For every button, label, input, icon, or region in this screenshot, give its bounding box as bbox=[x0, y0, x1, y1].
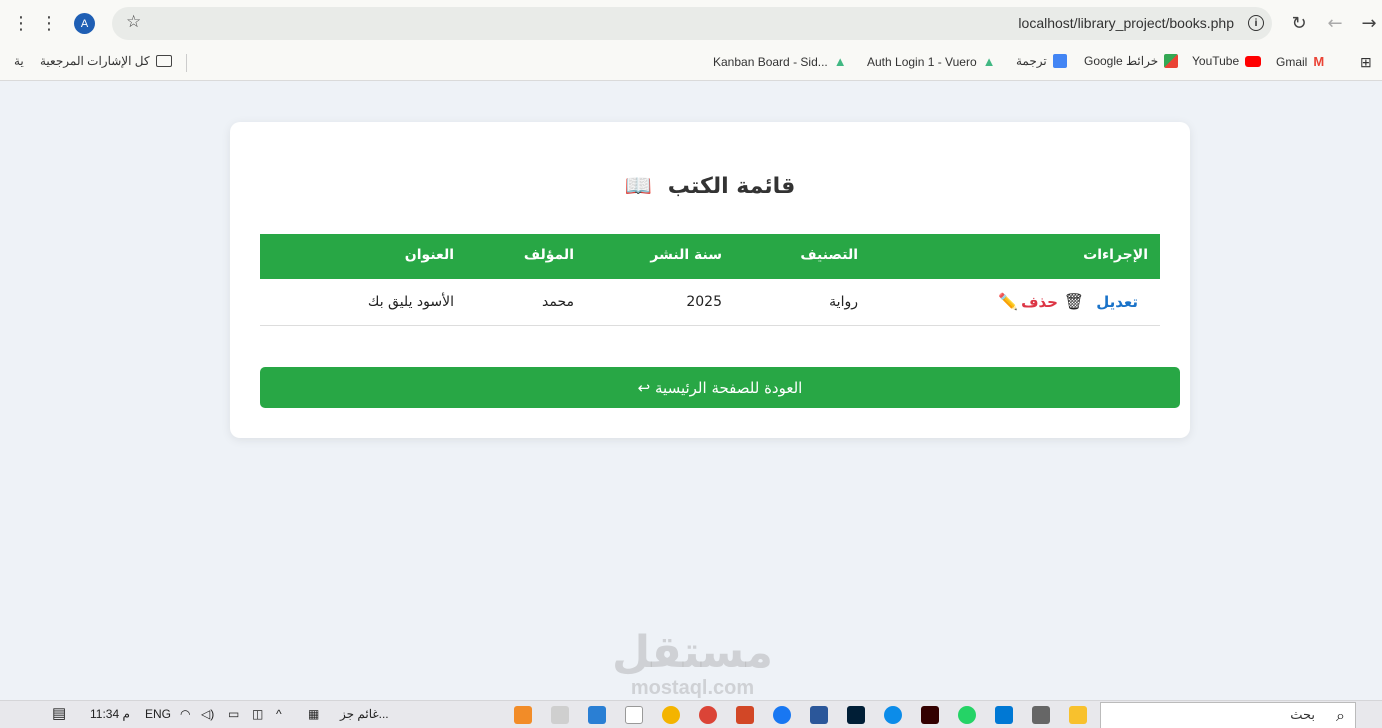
volume-icon[interactable]: ◁) bbox=[201, 707, 214, 721]
whatsapp-icon[interactable] bbox=[958, 706, 976, 724]
bookmarks-separator bbox=[186, 54, 187, 72]
app-icon[interactable] bbox=[551, 706, 569, 724]
url-text[interactable]: localhost/library_project/books.php bbox=[1018, 15, 1234, 31]
vue-logo-icon: ▲ bbox=[982, 54, 996, 69]
bookmark-item-partial[interactable]: ية bbox=[14, 54, 24, 68]
meet-icon[interactable]: ◫ bbox=[252, 707, 263, 721]
open-book-icon: 📖 bbox=[624, 174, 653, 199]
file-explorer-icon[interactable] bbox=[1069, 706, 1087, 724]
folder-icon bbox=[155, 55, 172, 67]
bookmark-youtube[interactable]: YouTube bbox=[1192, 54, 1262, 68]
store-icon[interactable] bbox=[995, 706, 1013, 724]
maps-icon bbox=[1164, 54, 1179, 68]
cell-author: محمد bbox=[542, 294, 574, 310]
search-icon: ⌕ bbox=[1336, 706, 1345, 725]
header-category: التصنيف bbox=[800, 247, 858, 263]
bookmark-translate[interactable]: ترجمة bbox=[1016, 54, 1067, 68]
browser-toolbar: ⋮ ⋮ A ☆ localhost/library_project/books.… bbox=[0, 0, 1382, 46]
notifications-icon[interactable]: ▤ bbox=[52, 704, 66, 722]
search-placeholder: بحث bbox=[1290, 708, 1315, 723]
address-bar[interactable]: ☆ localhost/library_project/books.php i bbox=[112, 7, 1272, 40]
translate-icon bbox=[1052, 54, 1067, 68]
back-home-button[interactable]: العودة للصفحة الرئيسية ↩ bbox=[260, 367, 1180, 408]
chrome-icon[interactable] bbox=[662, 706, 680, 724]
books-table: الإجراءات التصنيف سنة النشر المؤلف العنو… bbox=[260, 234, 1160, 326]
header-year: سنة النشر bbox=[650, 247, 722, 263]
table-row: تعديل 🗑 حذف ✏️ رواية 2025 محمد الأسود يل… bbox=[260, 279, 1160, 326]
delete-link[interactable]: حذف bbox=[1021, 293, 1058, 311]
file-icon[interactable] bbox=[625, 706, 643, 724]
back-arrow-icon[interactable]: ← bbox=[1324, 12, 1346, 34]
cell-title: الأسود يليق بك bbox=[367, 294, 454, 310]
forward-arrow-icon[interactable]: → bbox=[1358, 12, 1380, 34]
profile-avatar[interactable]: A bbox=[74, 13, 95, 34]
chevron-up-icon[interactable]: ^ bbox=[276, 707, 282, 721]
photoshop-icon[interactable] bbox=[847, 706, 865, 724]
wifi-icon[interactable]: ◠ bbox=[180, 707, 190, 721]
clock[interactable]: 11:34 م bbox=[90, 707, 130, 721]
table-header: الإجراءات التصنيف سنة النشر المؤلف العنو… bbox=[260, 234, 1160, 279]
news-icon[interactable]: ▦ bbox=[308, 707, 319, 721]
apps-grid-icon[interactable]: ⊞ bbox=[1360, 54, 1372, 71]
taskbar-search[interactable]: بحث ⌕ bbox=[1100, 702, 1356, 728]
xampp-icon[interactable] bbox=[514, 706, 532, 724]
trash-icon: 🗑 bbox=[1063, 292, 1084, 311]
edge-icon[interactable] bbox=[884, 706, 902, 724]
watermark-arabic: مستقل bbox=[612, 627, 773, 678]
site-info-icon[interactable]: i bbox=[1248, 15, 1264, 31]
edit-link[interactable]: تعديل bbox=[1096, 293, 1138, 311]
bookmark-auth-login[interactable]: Auth Login 1 - Vuero ▲ bbox=[867, 54, 996, 69]
weather-widget[interactable]: غائم جز... bbox=[340, 707, 389, 721]
bookmark-star-icon[interactable]: ☆ bbox=[126, 12, 141, 32]
chrome-profile-icon[interactable] bbox=[699, 706, 717, 724]
illustrator-icon[interactable] bbox=[921, 706, 939, 724]
vscode-icon[interactable] bbox=[588, 706, 606, 724]
facebook-icon[interactable] bbox=[773, 706, 791, 724]
word-icon[interactable] bbox=[810, 706, 828, 724]
header-title: العنوان bbox=[404, 247, 454, 263]
header-actions: الإجراءات bbox=[1083, 247, 1148, 263]
cell-year: 2025 bbox=[686, 294, 722, 310]
bookmark-all-folder[interactable]: كل الإشارات المرجعية bbox=[40, 54, 172, 68]
vue-logo-icon: ▲ bbox=[833, 54, 847, 69]
pencil-icon: ✏️ bbox=[998, 292, 1018, 311]
language-indicator[interactable]: ENG bbox=[145, 707, 171, 721]
bookmark-kanban[interactable]: Kanban Board - Sid... ▲ bbox=[713, 54, 847, 69]
youtube-icon bbox=[1245, 55, 1262, 67]
cell-category: رواية bbox=[829, 294, 858, 310]
reload-icon[interactable]: ↻ bbox=[1288, 12, 1310, 34]
watermark-latin: mostaql.com bbox=[630, 677, 755, 699]
header-author: المؤلف bbox=[523, 247, 574, 263]
bookmark-gmail[interactable]: Gmail M bbox=[1276, 54, 1324, 69]
extension-menu-icon[interactable]: ⋮ bbox=[38, 12, 60, 34]
menu-dots-icon[interactable]: ⋮ bbox=[10, 12, 32, 34]
mostaql-watermark: مستقل mostaql.com bbox=[605, 627, 780, 699]
gmail-icon: M bbox=[1313, 54, 1325, 69]
books-card: قائمة الكتب 📖 الإجراءات التصنيف سنة النش… bbox=[230, 122, 1190, 438]
bookmarks-bar: ية كل الإشارات المرجعية Kanban Board - S… bbox=[0, 46, 1382, 81]
bookmark-maps[interactable]: Google خرائط bbox=[1084, 54, 1179, 68]
powerpoint-icon[interactable] bbox=[736, 706, 754, 724]
page-title: قائمة الكتب 📖 bbox=[624, 174, 796, 199]
windows-taskbar: ▤ 11:34 م ENG ◠ ◁) ▭ ◫ ^ ▦ غائم جز... بح… bbox=[0, 700, 1382, 728]
battery-icon[interactable]: ▭ bbox=[228, 707, 239, 721]
calculator-icon[interactable] bbox=[1032, 706, 1050, 724]
